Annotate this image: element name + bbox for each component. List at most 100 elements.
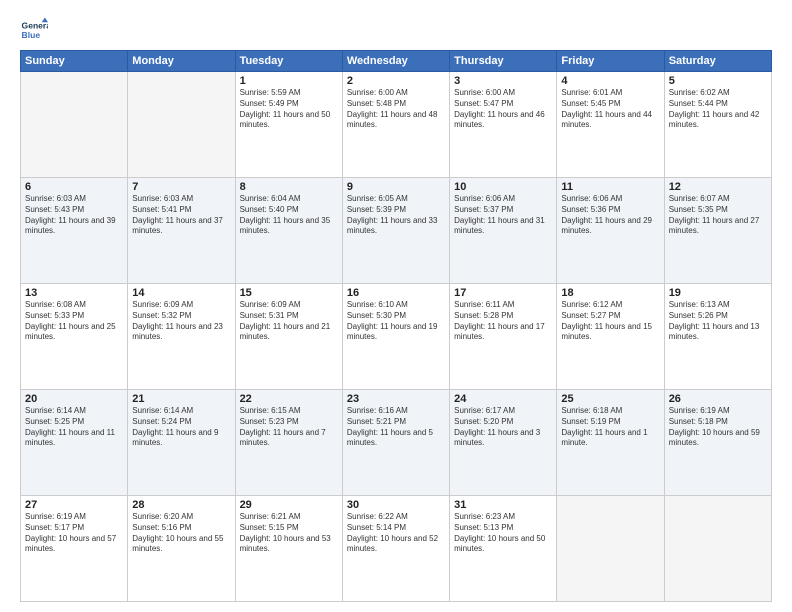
cell-text: Sunrise: 6:02 AMSunset: 5:44 PMDaylight:… (669, 88, 767, 131)
calendar-cell: 4Sunrise: 6:01 AMSunset: 5:45 PMDaylight… (557, 72, 664, 178)
col-header-thursday: Thursday (450, 51, 557, 72)
calendar-cell (664, 496, 771, 602)
calendar-cell: 14Sunrise: 6:09 AMSunset: 5:32 PMDayligh… (128, 284, 235, 390)
day-number: 13 (25, 287, 123, 299)
day-number: 4 (561, 75, 659, 87)
calendar-cell: 30Sunrise: 6:22 AMSunset: 5:14 PMDayligh… (342, 496, 449, 602)
calendar-cell: 6Sunrise: 6:03 AMSunset: 5:43 PMDaylight… (21, 178, 128, 284)
calendar-cell: 23Sunrise: 6:16 AMSunset: 5:21 PMDayligh… (342, 390, 449, 496)
calendar: SundayMondayTuesdayWednesdayThursdayFrid… (20, 50, 772, 602)
calendar-cell: 15Sunrise: 6:09 AMSunset: 5:31 PMDayligh… (235, 284, 342, 390)
calendar-cell: 29Sunrise: 6:21 AMSunset: 5:15 PMDayligh… (235, 496, 342, 602)
cell-text: Sunrise: 6:14 AMSunset: 5:24 PMDaylight:… (132, 406, 230, 449)
logo: General Blue (20, 16, 52, 44)
col-header-friday: Friday (557, 51, 664, 72)
calendar-cell: 31Sunrise: 6:23 AMSunset: 5:13 PMDayligh… (450, 496, 557, 602)
cell-text: Sunrise: 6:22 AMSunset: 5:14 PMDaylight:… (347, 512, 445, 555)
calendar-cell: 11Sunrise: 6:06 AMSunset: 5:36 PMDayligh… (557, 178, 664, 284)
calendar-cell: 7Sunrise: 6:03 AMSunset: 5:41 PMDaylight… (128, 178, 235, 284)
calendar-cell: 22Sunrise: 6:15 AMSunset: 5:23 PMDayligh… (235, 390, 342, 496)
calendar-cell: 10Sunrise: 6:06 AMSunset: 5:37 PMDayligh… (450, 178, 557, 284)
calendar-cell: 13Sunrise: 6:08 AMSunset: 5:33 PMDayligh… (21, 284, 128, 390)
cell-text: Sunrise: 6:03 AMSunset: 5:41 PMDaylight:… (132, 194, 230, 237)
col-header-sunday: Sunday (21, 51, 128, 72)
day-number: 14 (132, 287, 230, 299)
cell-text: Sunrise: 5:59 AMSunset: 5:49 PMDaylight:… (240, 88, 338, 131)
col-header-wednesday: Wednesday (342, 51, 449, 72)
day-number: 5 (669, 75, 767, 87)
day-number: 18 (561, 287, 659, 299)
calendar-cell: 2Sunrise: 6:00 AMSunset: 5:48 PMDaylight… (342, 72, 449, 178)
cell-text: Sunrise: 6:01 AMSunset: 5:45 PMDaylight:… (561, 88, 659, 131)
day-number: 6 (25, 181, 123, 193)
day-number: 29 (240, 499, 338, 511)
calendar-cell: 18Sunrise: 6:12 AMSunset: 5:27 PMDayligh… (557, 284, 664, 390)
calendar-cell: 9Sunrise: 6:05 AMSunset: 5:39 PMDaylight… (342, 178, 449, 284)
cell-text: Sunrise: 6:00 AMSunset: 5:47 PMDaylight:… (454, 88, 552, 131)
calendar-cell: 19Sunrise: 6:13 AMSunset: 5:26 PMDayligh… (664, 284, 771, 390)
calendar-cell: 27Sunrise: 6:19 AMSunset: 5:17 PMDayligh… (21, 496, 128, 602)
cell-text: Sunrise: 6:09 AMSunset: 5:32 PMDaylight:… (132, 300, 230, 343)
cell-text: Sunrise: 6:00 AMSunset: 5:48 PMDaylight:… (347, 88, 445, 131)
day-number: 7 (132, 181, 230, 193)
day-number: 8 (240, 181, 338, 193)
calendar-cell: 28Sunrise: 6:20 AMSunset: 5:16 PMDayligh… (128, 496, 235, 602)
cell-text: Sunrise: 6:23 AMSunset: 5:13 PMDaylight:… (454, 512, 552, 555)
header-row: SundayMondayTuesdayWednesdayThursdayFrid… (21, 51, 772, 72)
day-number: 24 (454, 393, 552, 405)
col-header-tuesday: Tuesday (235, 51, 342, 72)
cell-text: Sunrise: 6:11 AMSunset: 5:28 PMDaylight:… (454, 300, 552, 343)
day-number: 31 (454, 499, 552, 511)
day-number: 27 (25, 499, 123, 511)
day-number: 1 (240, 75, 338, 87)
calendar-week-4: 20Sunrise: 6:14 AMSunset: 5:25 PMDayligh… (21, 390, 772, 496)
day-number: 15 (240, 287, 338, 299)
day-number: 9 (347, 181, 445, 193)
calendar-week-5: 27Sunrise: 6:19 AMSunset: 5:17 PMDayligh… (21, 496, 772, 602)
header: General Blue (20, 16, 772, 44)
day-number: 22 (240, 393, 338, 405)
calendar-cell: 16Sunrise: 6:10 AMSunset: 5:30 PMDayligh… (342, 284, 449, 390)
cell-text: Sunrise: 6:10 AMSunset: 5:30 PMDaylight:… (347, 300, 445, 343)
cell-text: Sunrise: 6:12 AMSunset: 5:27 PMDaylight:… (561, 300, 659, 343)
day-number: 3 (454, 75, 552, 87)
calendar-cell: 21Sunrise: 6:14 AMSunset: 5:24 PMDayligh… (128, 390, 235, 496)
day-number: 20 (25, 393, 123, 405)
page: General Blue SundayMondayTuesdayWednesda… (0, 0, 792, 612)
cell-text: Sunrise: 6:18 AMSunset: 5:19 PMDaylight:… (561, 406, 659, 449)
calendar-cell: 20Sunrise: 6:14 AMSunset: 5:25 PMDayligh… (21, 390, 128, 496)
day-number: 2 (347, 75, 445, 87)
cell-text: Sunrise: 6:17 AMSunset: 5:20 PMDaylight:… (454, 406, 552, 449)
calendar-cell: 3Sunrise: 6:00 AMSunset: 5:47 PMDaylight… (450, 72, 557, 178)
col-header-monday: Monday (128, 51, 235, 72)
day-number: 16 (347, 287, 445, 299)
cell-text: Sunrise: 6:09 AMSunset: 5:31 PMDaylight:… (240, 300, 338, 343)
calendar-cell (128, 72, 235, 178)
calendar-cell: 8Sunrise: 6:04 AMSunset: 5:40 PMDaylight… (235, 178, 342, 284)
day-number: 21 (132, 393, 230, 405)
cell-text: Sunrise: 6:03 AMSunset: 5:43 PMDaylight:… (25, 194, 123, 237)
day-number: 26 (669, 393, 767, 405)
day-number: 10 (454, 181, 552, 193)
cell-text: Sunrise: 6:07 AMSunset: 5:35 PMDaylight:… (669, 194, 767, 237)
calendar-cell: 12Sunrise: 6:07 AMSunset: 5:35 PMDayligh… (664, 178, 771, 284)
calendar-cell (557, 496, 664, 602)
cell-text: Sunrise: 6:19 AMSunset: 5:17 PMDaylight:… (25, 512, 123, 555)
day-number: 19 (669, 287, 767, 299)
cell-text: Sunrise: 6:21 AMSunset: 5:15 PMDaylight:… (240, 512, 338, 555)
calendar-cell: 24Sunrise: 6:17 AMSunset: 5:20 PMDayligh… (450, 390, 557, 496)
cell-text: Sunrise: 6:08 AMSunset: 5:33 PMDaylight:… (25, 300, 123, 343)
calendar-cell: 1Sunrise: 5:59 AMSunset: 5:49 PMDaylight… (235, 72, 342, 178)
calendar-week-2: 6Sunrise: 6:03 AMSunset: 5:43 PMDaylight… (21, 178, 772, 284)
day-number: 23 (347, 393, 445, 405)
calendar-cell (21, 72, 128, 178)
calendar-cell: 5Sunrise: 6:02 AMSunset: 5:44 PMDaylight… (664, 72, 771, 178)
calendar-cell: 26Sunrise: 6:19 AMSunset: 5:18 PMDayligh… (664, 390, 771, 496)
cell-text: Sunrise: 6:15 AMSunset: 5:23 PMDaylight:… (240, 406, 338, 449)
day-number: 17 (454, 287, 552, 299)
day-number: 28 (132, 499, 230, 511)
day-number: 11 (561, 181, 659, 193)
cell-text: Sunrise: 6:05 AMSunset: 5:39 PMDaylight:… (347, 194, 445, 237)
cell-text: Sunrise: 6:06 AMSunset: 5:37 PMDaylight:… (454, 194, 552, 237)
cell-text: Sunrise: 6:06 AMSunset: 5:36 PMDaylight:… (561, 194, 659, 237)
